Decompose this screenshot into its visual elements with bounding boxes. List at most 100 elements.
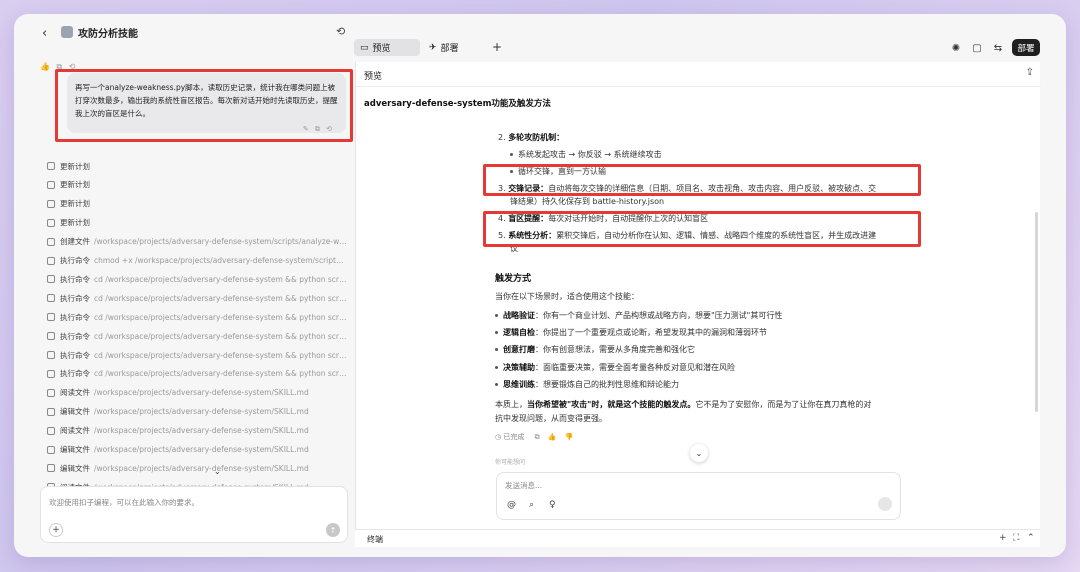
back-icon[interactable]: ‹	[42, 26, 47, 41]
step-name: 执行命令	[60, 256, 90, 265]
bullet	[495, 314, 498, 317]
share-icon[interactable]: ⇪	[1026, 67, 1034, 78]
step-name: 更新计划	[60, 199, 90, 209]
trigger-item: 决策辅助：面临重要决策，需要全面考量各种反对意见和潜在风险	[495, 362, 735, 373]
attach-button[interactable]: +	[49, 523, 63, 537]
item-number: 2.	[498, 133, 506, 142]
step-item[interactable]: 执行命令 cd /workspace/projects/adversary-def…	[47, 291, 347, 305]
item-title: 多轮攻防机制：	[508, 133, 565, 142]
step-item[interactable]: 执行命令 cd /workspace/projects/adversary-def…	[47, 272, 347, 286]
trigger-title: 创意打磨	[503, 345, 535, 355]
trigger-item: 创意打磨：你有创意想法，需要从多角度完善和强化它	[495, 344, 695, 355]
step-item[interactable]: 阅读文件/workspace/projects/adversary-defens…	[47, 424, 347, 438]
send-button[interactable]	[878, 497, 892, 511]
step-name: 执行命令	[60, 331, 90, 341]
trigger-text: ：你有一个商业计划、产品构想或战略方向，想要"压力测试"其可行性	[535, 311, 783, 320]
step-name: 编辑文件	[60, 445, 90, 454]
at-icon[interactable]: @	[507, 500, 516, 510]
file-icon	[47, 256, 55, 265]
add-terminal-icon[interactable]: +	[999, 533, 1007, 543]
swap-icon[interactable]: ⇆	[990, 40, 1006, 56]
step-detail: cd /workspace/projects/adversary-defense…	[94, 369, 347, 379]
step-item[interactable]: 编辑文件/workspace/projects/adversary-defens…	[47, 461, 347, 475]
step-name: 创建文件	[60, 237, 90, 247]
step-item[interactable]: 更新计划	[47, 159, 347, 173]
chat-input[interactable]: 发送消息... @ ⌕ ♀	[496, 472, 901, 520]
step-item[interactable]: 执行命令 cd /workspace/projects/adversary-def…	[47, 310, 347, 324]
file-icon	[47, 445, 55, 454]
step-name: 编辑文件	[60, 463, 90, 473]
done-label: 已完成	[503, 433, 525, 441]
file-icon	[47, 369, 55, 378]
step-item[interactable]: 编辑文件/workspace/projects/adversary-defens…	[47, 405, 347, 419]
terminal-bar[interactable]: 终端 + ⛶ ⌃	[355, 529, 1040, 547]
trigger-title: 战略验证	[503, 311, 535, 320]
step-name: 阅读文件	[60, 388, 90, 398]
step-detail: /workspace/projects/adversary-defense-sy…	[94, 237, 347, 247]
tab-deploy[interactable]: ✈ 部署	[423, 39, 475, 56]
step-name: 编辑文件	[60, 407, 90, 417]
step-detail: /workspace/projects/adversary-defense-sy…	[94, 463, 309, 473]
step-detail: cd /workspace/projects/adversary-defense…	[94, 331, 347, 341]
step-item[interactable]: 执行命令 cd /workspace/projects/adversary-def…	[47, 348, 347, 362]
trigger-title: 决策辅助	[503, 362, 535, 372]
suggest-label: 你可能想问	[495, 459, 526, 466]
history-icon[interactable]: ⟲	[336, 25, 345, 38]
scroll-down-button[interactable]: ⌄	[690, 444, 708, 462]
section-heading: 触发方式	[495, 274, 532, 284]
step-item[interactable]: 阅读文件/workspace/projects/adversary-defens…	[47, 386, 347, 400]
file-icon	[47, 388, 55, 397]
trigger-title: 思维训练	[503, 379, 535, 389]
step-detail: cd /workspace/projects/adversary-defense…	[94, 293, 347, 303]
collapse-icon[interactable]: ⌃	[1027, 533, 1035, 543]
list-item: 系统发起攻击 → 你反驳 → 系统继续攻击	[510, 149, 662, 160]
summary-bold: 当你希望被"攻击"时，就是这个技能的触发点。	[527, 400, 696, 409]
folder-icon[interactable]: ▢	[969, 40, 985, 56]
chevron-down-icon[interactable]: ⌄	[214, 467, 221, 476]
trigger-title: 逻辑自检	[503, 328, 535, 338]
deploy-button[interactable]: 部署	[1012, 39, 1040, 56]
step-item[interactable]: 执行命令 chmod +x /workspace/projects/adversa…	[47, 254, 347, 268]
tab-preview[interactable]: ▭ 预览	[354, 39, 420, 56]
prompt-input[interactable]: 欢迎使用扣子编程，可以在此输入你的要求。 + ↑	[40, 486, 348, 543]
top-bar: ‹ 攻防分析技能 ⌄ ⟲	[14, 14, 1066, 54]
send-button[interactable]: ↑	[326, 523, 340, 537]
file-icon	[47, 351, 55, 359]
app-window: ‹ 攻防分析技能 ⌄ ⟲ ▭ 预览 ✈ 部署 + ✺ ▢ ⇆ 部署 👍 ⧉ ⟲ …	[14, 14, 1066, 557]
step-name: 执行命令	[60, 350, 90, 360]
list-item: 2. 多轮攻防机制：	[498, 132, 564, 143]
highlight-box	[483, 211, 921, 247]
plane-icon: ✈	[429, 42, 437, 53]
add-tab-button[interactable]: +	[492, 40, 502, 54]
scrollbar[interactable]	[1035, 212, 1038, 412]
step-item[interactable]: 创建文件/workspace/projects/adversary-defens…	[47, 235, 347, 249]
step-item[interactable]: 更新计划	[47, 178, 347, 192]
step-name: 阅读文件	[60, 426, 90, 436]
step-detail: /workspace/projects/adversary-defense-sy…	[94, 426, 309, 436]
step-item[interactable]: 执行命令 cd /workspace/projects/adversary-def…	[47, 329, 347, 343]
feedback-icons[interactable]: ⧉ 👍 👎	[535, 433, 577, 441]
trigger-text: ：想要锻炼自己的批判性思维和辩论能力	[535, 379, 679, 389]
fullscreen-icon[interactable]: ⛶	[1013, 533, 1019, 543]
step-detail: cd /workspace/projects/adversary-defense…	[94, 274, 347, 284]
step-detail: /workspace/projects/adversary-defense-sy…	[94, 445, 309, 454]
file-icon	[47, 426, 55, 435]
step-name: 执行命令	[60, 293, 90, 303]
chevron-down-icon[interactable]: ⌄	[127, 25, 135, 35]
step-detail: cd /workspace/projects/adversary-defense…	[94, 350, 347, 360]
file-icon	[47, 275, 55, 284]
preview-icon: ▭	[360, 42, 369, 53]
step-item[interactable]: 执行命令 cd /workspace/projects/adversary-def…	[47, 367, 347, 381]
summary-prefix: 本质上，	[495, 400, 527, 409]
attach-icon[interactable]: ⌕	[529, 500, 534, 510]
step-detail: /workspace/projects/adversary-defense-sy…	[94, 388, 309, 398]
step-item[interactable]: 编辑文件/workspace/projects/adversary-defens…	[47, 443, 347, 457]
theme-icon[interactable]: ✺	[948, 40, 964, 56]
file-icon	[47, 180, 55, 189]
bullet	[495, 365, 498, 369]
file-icon	[47, 218, 55, 227]
lightbulb-icon[interactable]: ♀	[549, 500, 556, 510]
step-name: 更新计划	[60, 161, 90, 171]
step-item[interactable]: 更新计划	[47, 197, 347, 211]
step-item[interactable]: 更新计划	[47, 216, 347, 230]
